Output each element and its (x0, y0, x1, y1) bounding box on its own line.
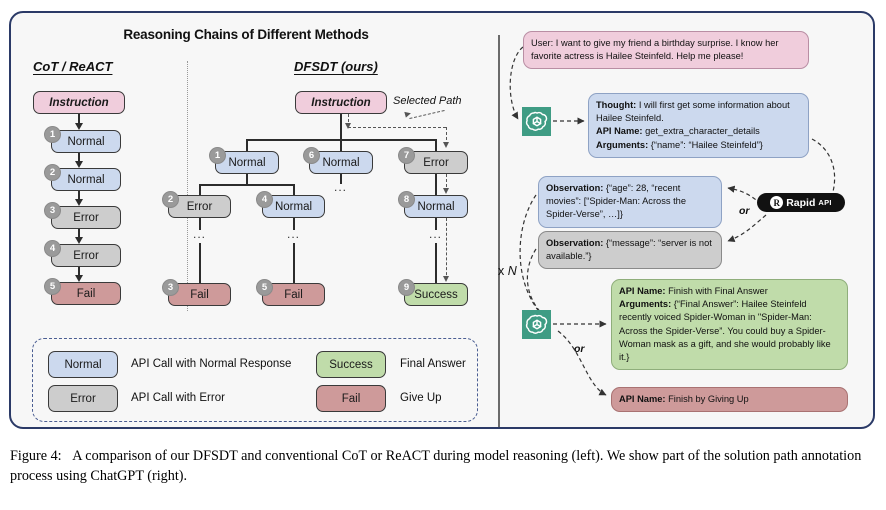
dfsdt-drop-n6 (340, 139, 342, 151)
thought-api-key: API Name: (596, 126, 643, 137)
thought-key: Thought: (596, 100, 637, 110)
dfsdt-badge-3: 3 (162, 279, 179, 296)
cot-badge-4: 4 (44, 240, 61, 257)
cot-badge-2: 2 (44, 164, 61, 181)
selected-path-pointer (409, 109, 445, 120)
dashed-n8-n9 (446, 218, 447, 280)
cot-badge-1: 1 (44, 126, 61, 143)
rapidapi-badge[interactable]: R Rapid API (757, 193, 845, 212)
cot-arrow-0 (74, 123, 83, 130)
dashed-n7-arrow (442, 142, 449, 148)
thought-args-key: Arguments: (596, 139, 649, 150)
figure-frame: Reasoning Chains of Different Methods Co… (9, 11, 875, 429)
dfsdt-branch-bar-2 (199, 184, 294, 186)
cot-arrow-3 (74, 237, 83, 244)
legend: Normal API Call with Normal Response Suc… (32, 338, 478, 422)
final-answer-api-value: Finish with Final Answer (665, 286, 768, 296)
dfsdt-badge-6: 6 (303, 147, 320, 164)
user-message-bubble[interactable]: User: I want to give my friend a birthda… (523, 31, 809, 70)
dfsdt-badge-9: 9 (398, 279, 415, 296)
dfsdt-node-instruction[interactable]: Instruction (295, 91, 387, 114)
thought-api-value: get_extra_character_details (642, 126, 760, 137)
dfsdt-drop-n2 (199, 184, 201, 195)
dfsdt-badge-5: 5 (256, 279, 273, 296)
final-answer-args-key: Arguments: (619, 299, 672, 310)
dfsdt-trunk (340, 114, 342, 141)
dfsdt-ellipsis-n4: ... (287, 227, 301, 241)
loop-count-n: N (507, 264, 517, 278)
give-up-api-key: API Name: (619, 394, 666, 404)
cot-node-1[interactable]: Normal (51, 130, 121, 153)
dfsdt-badge-1: 1 (209, 147, 226, 164)
loop-count-x: x (498, 264, 505, 278)
chatgpt-logo-icon-bottom (522, 310, 551, 339)
panel-title: Reasoning Chains of Different Methods (123, 27, 369, 42)
legend-desc-normal: API Call with Normal Response (131, 358, 292, 370)
legend-box-fail: Fail (316, 385, 386, 412)
final-answer-bubble[interactable]: API Name: Finish with Final Answer Argum… (611, 279, 848, 371)
dfsdt-ellipsis-n8: ... (429, 227, 443, 241)
final-answer-api-key: API Name: (619, 286, 666, 296)
left-panel: Reasoning Chains of Different Methods Co… (11, 13, 498, 427)
observation-success-key: Observation: (546, 183, 604, 193)
rapidapi-suffix: API (818, 198, 832, 207)
loop-count-label: x N (498, 264, 517, 278)
dfsdt-badge-8: 8 (398, 191, 415, 208)
dfsdt-heading: DFSDT (ours) (294, 59, 378, 74)
cot-arrow-1 (74, 161, 83, 168)
legend-box-normal: Normal (48, 351, 118, 378)
dfsdt-drop-n7 (435, 139, 437, 151)
observation-error-bubble[interactable]: Observation: {“message”: “server is not … (538, 231, 722, 270)
give-up-api-value: Finish by Giving Up (665, 394, 749, 404)
cot-react-heading: CoT / ReACT (33, 59, 113, 74)
figure-caption-text: A comparison of our DFSDT and convention… (10, 448, 862, 485)
cot-arrow-4 (74, 275, 83, 282)
dfsdt-tail-n8-b (435, 243, 437, 283)
column-separator (187, 61, 188, 311)
cot-node-instruction[interactable]: Instruction (33, 91, 125, 114)
legend-desc-fail: Give Up (400, 392, 442, 404)
dfsdt-drop-n1 (246, 139, 248, 151)
observation-success-bubble[interactable]: Observation: {“age”: 28, “recent movies”… (538, 176, 722, 228)
figure-caption-label: Figure 4: (10, 448, 62, 464)
cot-node-5[interactable]: Fail (51, 282, 121, 305)
cot-node-3[interactable]: Error (51, 206, 121, 229)
give-up-bubble[interactable]: API Name: Finish by Giving Up (611, 387, 848, 413)
cot-badge-5: 5 (44, 278, 61, 295)
dfsdt-ellipsis-n6: ... (334, 180, 348, 194)
dashed-root-right (348, 127, 446, 128)
legend-desc-error: API Call with Error (131, 392, 225, 404)
selected-path-label: Selected Path (393, 95, 462, 107)
dfsdt-ellipsis-n2: ... (193, 227, 207, 241)
dashed-n9-arrow (442, 276, 449, 282)
dashed-n8-arrow (442, 188, 449, 194)
thought-args-value: {“name”: “Hailee Steinfeld”} (648, 139, 763, 150)
cot-node-4[interactable]: Error (51, 244, 121, 267)
dashed-root-arrow (344, 123, 351, 129)
dfsdt-tail-n4-b (293, 243, 295, 283)
rapidapi-name: Rapid (786, 196, 816, 209)
or-label-final: or (574, 343, 585, 355)
cot-node-2[interactable]: Normal (51, 168, 121, 191)
dfsdt-drop-n4 (293, 184, 295, 195)
figure-caption: Figure 4: A comparison of our DFSDT and … (10, 446, 876, 486)
legend-box-error: Error (48, 385, 118, 412)
observation-error-key: Observation: (546, 238, 604, 248)
or-label-observation: or (739, 205, 750, 217)
cot-badge-3: 3 (44, 202, 61, 219)
thought-bubble[interactable]: Thought: I will first get some informati… (588, 93, 809, 158)
dfsdt-badge-2: 2 (162, 191, 179, 208)
legend-box-success: Success (316, 351, 386, 378)
cot-arrow-2 (74, 199, 83, 206)
dfsdt-badge-4: 4 (256, 191, 273, 208)
dfsdt-connector-n7-n8 (435, 174, 437, 195)
rapidapi-mark-icon: R (770, 196, 784, 209)
dfsdt-badge-7: 7 (398, 147, 415, 164)
legend-desc-success: Final Answer (400, 358, 466, 370)
chatgpt-logo-icon-top (522, 107, 551, 136)
right-panel: User: I want to give my friend a birthda… (500, 13, 873, 427)
dfsdt-tail-n2-b (199, 243, 201, 283)
